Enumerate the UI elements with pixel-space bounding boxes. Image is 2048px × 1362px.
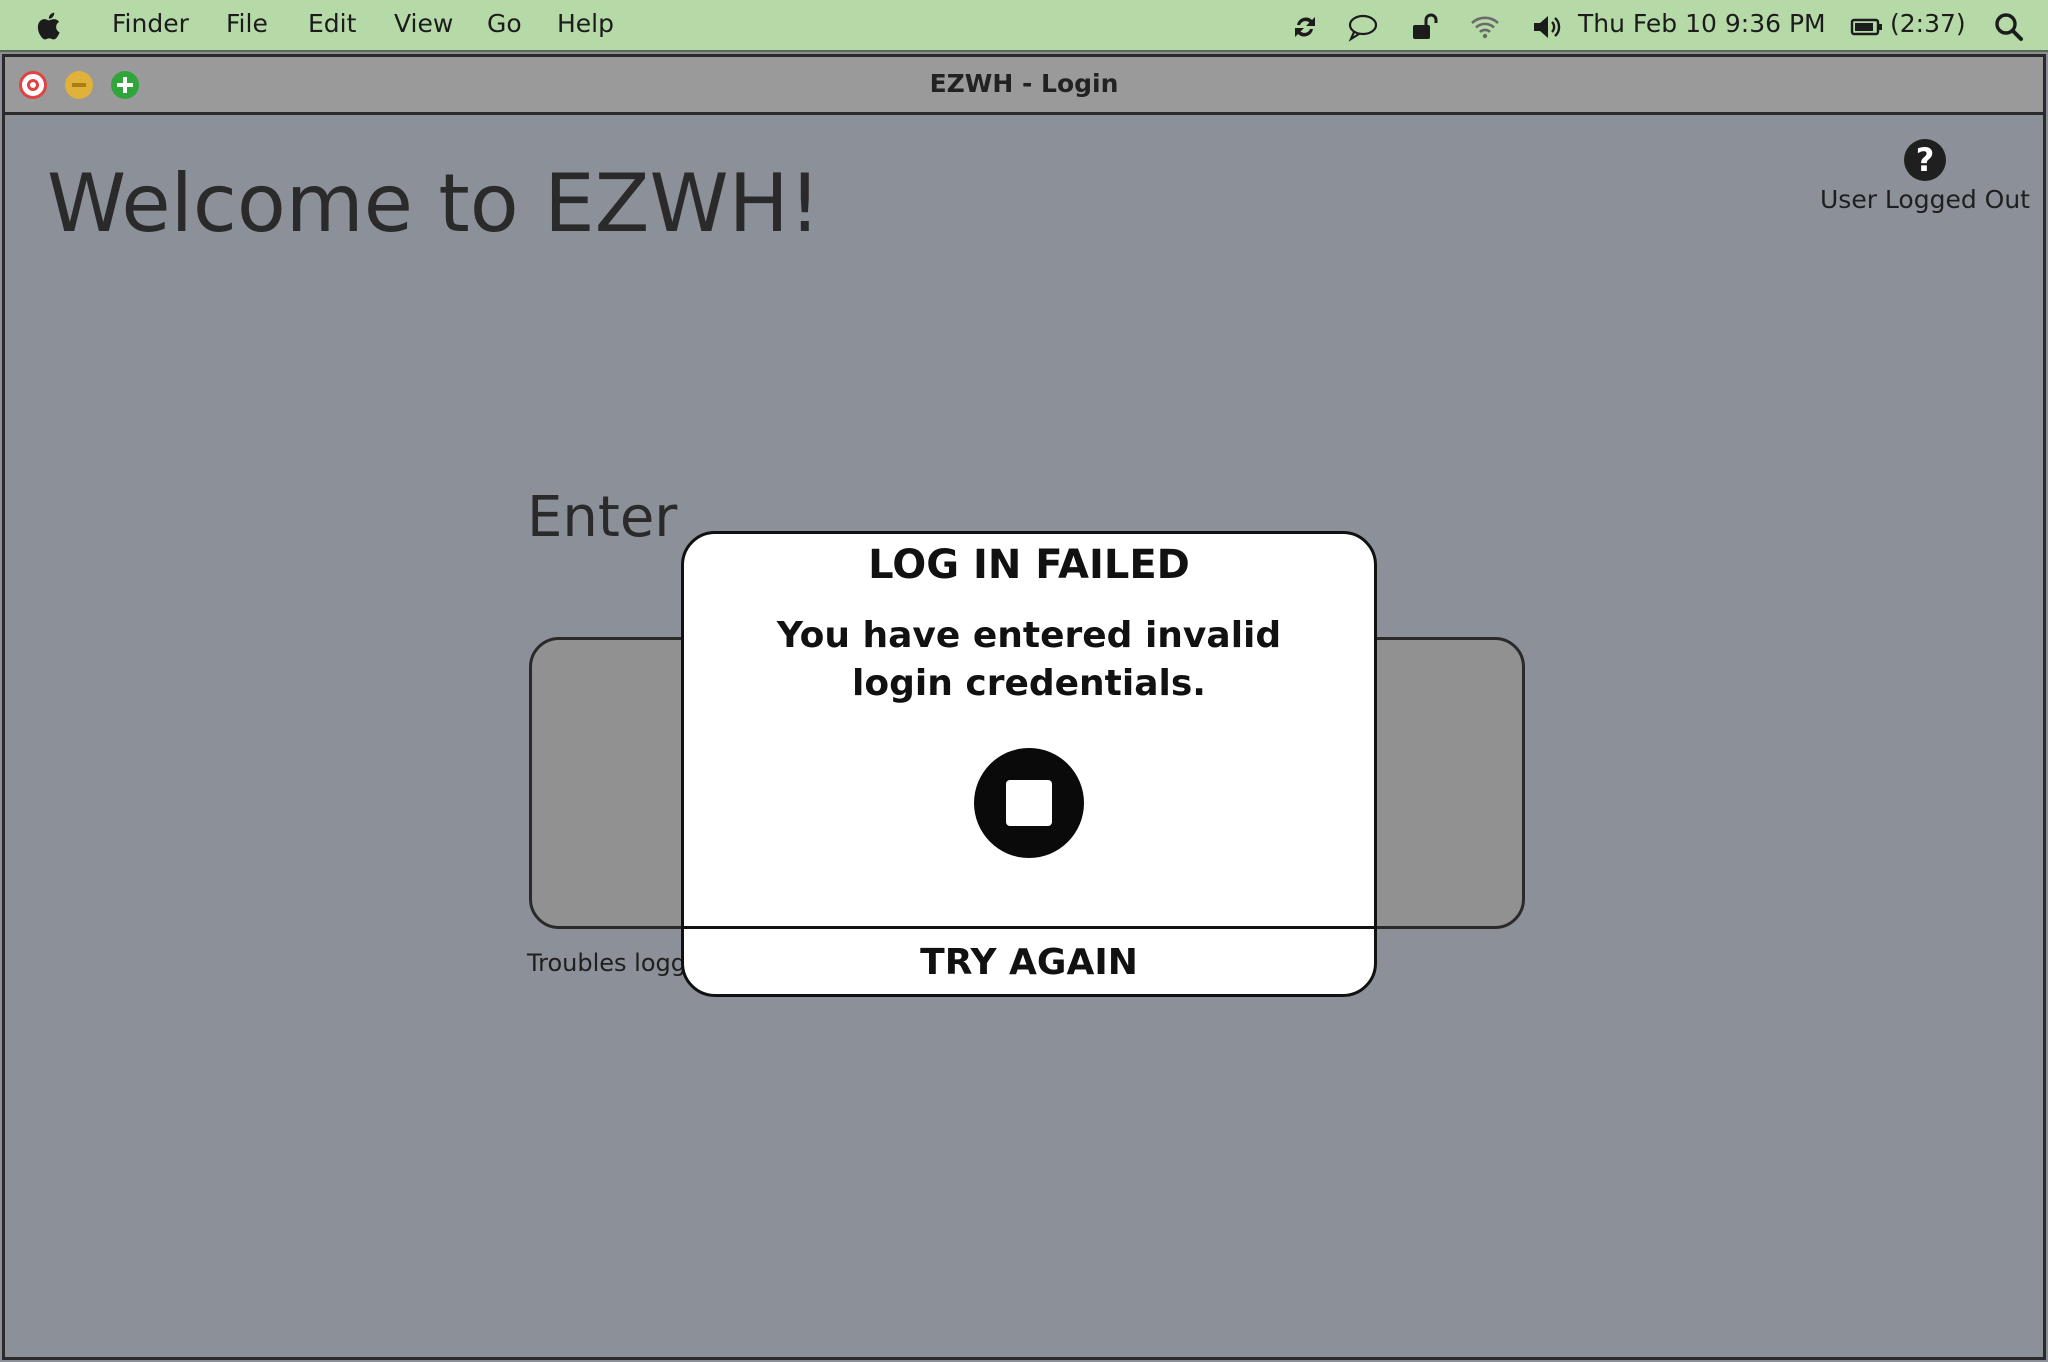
menu-go[interactable]: Go: [487, 9, 522, 38]
volume-icon[interactable]: [1530, 11, 1564, 43]
menu-help[interactable]: Help: [557, 9, 614, 38]
dialog-title: LOG IN FAILED: [868, 542, 1190, 588]
enter-label: Enter: [527, 485, 678, 550]
user-status: User Logged Out: [1820, 185, 2030, 214]
unlock-icon[interactable]: [1408, 11, 1442, 43]
apple-icon[interactable]: [34, 11, 62, 41]
sync-icon[interactable]: [1288, 11, 1322, 43]
help-area: ? User Logged Out: [1815, 139, 2035, 214]
wifi-icon[interactable]: [1468, 11, 1502, 43]
clock[interactable]: Thu Feb 10 9:36 PM: [1578, 9, 1826, 38]
search-icon[interactable]: [1992, 11, 2026, 43]
stop-icon: [974, 748, 1084, 858]
app-window: EZWH - Login Welcome to EZWH! ? User Log…: [2, 54, 2046, 1360]
menu-bar: Finder File Edit View Go Help Thu Feb 10…: [0, 0, 2048, 52]
menu-file[interactable]: File: [226, 9, 268, 38]
try-again-button[interactable]: TRY AGAIN: [684, 929, 1374, 994]
battery-time: (2:37): [1890, 9, 1966, 38]
menu-view[interactable]: View: [394, 9, 453, 38]
welcome-heading: Welcome to EZWH!: [47, 157, 821, 250]
menu-finder[interactable]: Finder: [112, 9, 189, 38]
help-icon[interactable]: ?: [1904, 139, 1946, 181]
window-titlebar[interactable]: EZWH - Login: [5, 57, 2043, 115]
troubles-link[interactable]: Troubles logg: [527, 949, 686, 977]
window-title: EZWH - Login: [929, 69, 1119, 98]
dialog-message: You have entered invalid login credentia…: [776, 615, 1282, 704]
login-failed-dialog: LOG IN FAILED You have entered invalid l…: [681, 531, 1377, 997]
chat-icon[interactable]: [1346, 11, 1380, 43]
battery-icon[interactable]: [1850, 11, 1884, 43]
menu-edit[interactable]: Edit: [308, 9, 356, 38]
